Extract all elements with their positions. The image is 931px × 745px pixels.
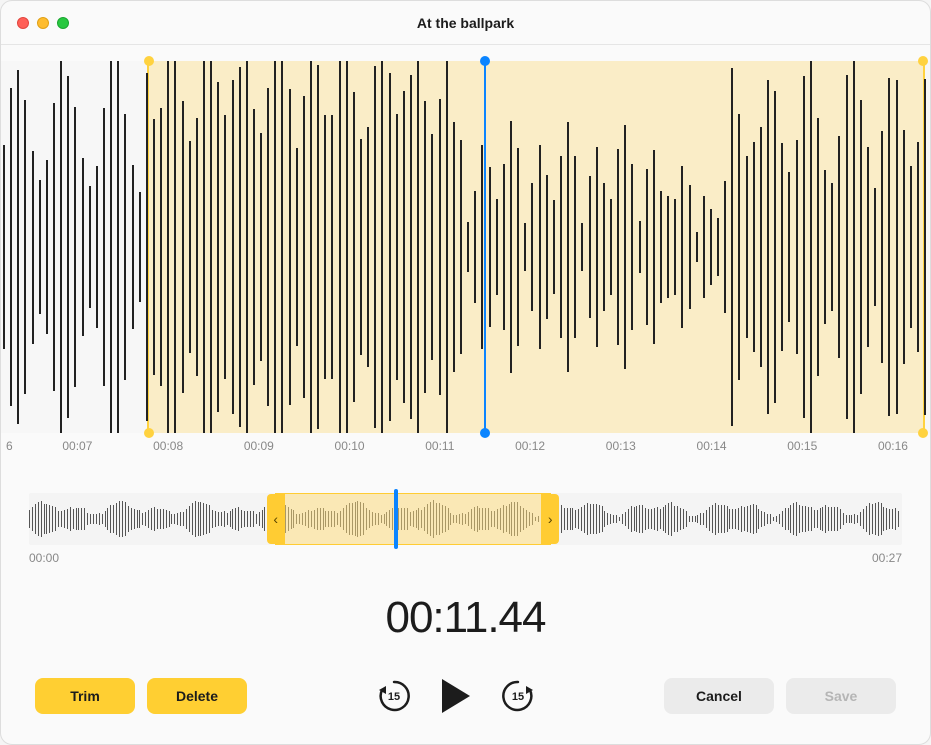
close-window-button[interactable] <box>17 17 29 29</box>
ruler-tick: 00:11 <box>425 439 454 465</box>
ruler-tick: 00:09 <box>244 439 274 465</box>
main-waveform[interactable] <box>1 61 930 433</box>
minimize-window-button[interactable] <box>37 17 49 29</box>
ruler-tick: 6 <box>6 439 13 465</box>
play-button[interactable] <box>442 679 470 713</box>
time-ruler: 6 00:07 00:08 00:09 00:10 00:11 00:12 00:13 00:1… <box>1 433 930 465</box>
skip-forward-15-button[interactable]: 15 <box>500 678 536 714</box>
overview-trim-start-handle[interactable]: ‹ <box>267 494 285 544</box>
window-title: At the ballpark <box>1 15 930 31</box>
waveform-display <box>1 61 930 433</box>
overview-start-label: 00:00 <box>29 551 59 565</box>
trim-button[interactable]: Trim <box>35 678 135 714</box>
zoom-window-button[interactable] <box>57 17 69 29</box>
voice-memo-editor-window: At the ballpark 6 00:07 00:08 00:09 00:10 00:… <box>0 0 931 745</box>
playhead[interactable] <box>484 61 486 433</box>
titlebar: At the ballpark <box>1 1 930 45</box>
ruler-tick: 00:14 <box>697 439 727 465</box>
ruler-tick: 00:13 <box>606 439 636 465</box>
ruler-tick: 00:16 <box>878 439 908 465</box>
overview-playhead[interactable] <box>394 489 398 549</box>
current-time-display: 00:11.44 <box>1 593 930 643</box>
overview-time-labels: 00:00 00:27 <box>29 551 902 565</box>
svg-text:15: 15 <box>511 691 523 703</box>
skip-back-15-button[interactable]: 15 <box>376 678 412 714</box>
overview-trim-end-handle[interactable]: › <box>541 494 559 544</box>
ruler-tick: 00:08 <box>153 439 183 465</box>
transport-controls: 15 15 <box>247 678 664 714</box>
play-icon <box>442 679 470 713</box>
delete-button[interactable]: Delete <box>147 678 247 714</box>
ruler-tick: 00:10 <box>335 439 365 465</box>
ruler-tick: 00:15 <box>787 439 817 465</box>
window-controls <box>1 17 69 29</box>
toolbar: Trim Delete 15 15 <box>1 678 930 714</box>
ruler-tick: 00:07 <box>62 439 92 465</box>
skip-back-icon: 15 <box>376 678 412 714</box>
cancel-button[interactable]: Cancel <box>664 678 774 714</box>
overview-end-label: 00:27 <box>872 551 902 565</box>
svg-text:15: 15 <box>387 691 399 703</box>
ruler-tick: 00:12 <box>515 439 545 465</box>
save-button[interactable]: Save <box>786 678 896 714</box>
overview-waveform[interactable]: ‹ › <box>29 493 902 545</box>
overview-selection[interactable]: ‹ › <box>275 493 551 545</box>
skip-forward-icon: 15 <box>500 678 536 714</box>
